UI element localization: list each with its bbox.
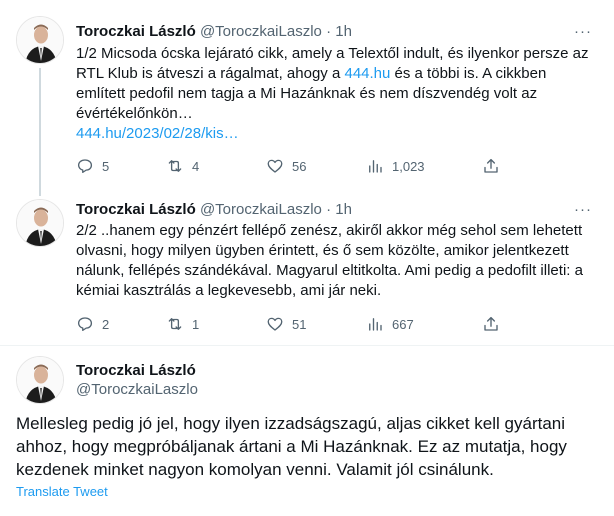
thread-line — [39, 68, 41, 196]
tweet-header: Toroczkai László @ToroczkaiLaszlo · 1h — [76, 200, 352, 220]
article-link[interactable]: 444.hu/2023/02/28/kis… — [76, 125, 239, 142]
timestamp[interactable]: 1h — [335, 201, 352, 218]
avatar[interactable] — [16, 356, 64, 404]
tweet-text: 1/2 Micsoda ócska lejárató cikk, amely a… — [76, 44, 591, 144]
like-button[interactable]: 56 — [266, 157, 306, 175]
avatar[interactable] — [16, 199, 64, 247]
retweet-icon — [168, 318, 182, 330]
mention-link[interactable]: 444.hu — [344, 65, 390, 82]
username-handle[interactable]: @ToroczkaiLaszlo — [200, 23, 322, 40]
display-name[interactable]: Toroczkai László — [76, 23, 196, 40]
like-button[interactable]: 51 — [266, 315, 306, 333]
retweet-icon — [168, 160, 182, 172]
translate-tweet-link[interactable]: Translate Tweet — [16, 484, 108, 500]
tweet-actions: 5 4 56 1,023 — [76, 157, 498, 177]
username-handle[interactable]: @ToroczkaiLaszlo — [76, 380, 198, 400]
tweet-header: Toroczkai László @ToroczkaiLaszlo · 1h — [76, 22, 352, 42]
share-button[interactable] — [482, 157, 500, 175]
retweet-count: 1 — [192, 316, 200, 332]
display-name[interactable]: Toroczkai László — [76, 361, 196, 381]
tweet-text: 2/2 ..hanem egy pénzért fellépő zenész, … — [76, 222, 583, 299]
views-icon — [369, 318, 382, 331]
views-button[interactable]: 1,023 — [366, 157, 425, 175]
retweet-count: 4 — [192, 158, 200, 174]
share-icon — [484, 158, 498, 173]
more-icon[interactable]: ··· — [574, 200, 592, 220]
views-count: 1,023 — [392, 158, 425, 174]
views-button[interactable]: 667 — [366, 315, 414, 333]
reply-count: 2 — [102, 316, 110, 332]
divider — [0, 345, 614, 346]
share-icon — [484, 316, 498, 331]
separator-dot: · — [326, 23, 332, 40]
like-icon — [267, 159, 283, 173]
like-icon — [267, 317, 283, 331]
tweet-actions: 2 1 51 667 — [76, 315, 498, 335]
share-button[interactable] — [482, 315, 500, 333]
display-name[interactable]: Toroczkai László — [76, 201, 196, 218]
like-count: 56 — [292, 158, 307, 174]
reply-button[interactable]: 5 — [76, 157, 109, 175]
avatar[interactable] — [16, 16, 64, 64]
username-handle[interactable]: @ToroczkaiLaszlo — [200, 201, 322, 218]
reply-icon — [77, 317, 93, 332]
views-icon — [369, 160, 382, 173]
timestamp[interactable]: 1h — [335, 23, 352, 40]
reply-button[interactable]: 2 — [76, 315, 109, 333]
tweet-text: Mellesleg pedig jó jel, hogy ilyen izzad… — [16, 414, 567, 479]
reply-icon — [77, 159, 93, 174]
more-icon[interactable]: ··· — [574, 22, 592, 42]
retweet-button[interactable]: 4 — [166, 157, 199, 175]
reply-count: 5 — [102, 158, 110, 174]
views-count: 667 — [392, 316, 414, 332]
separator-dot: · — [326, 201, 332, 218]
retweet-button[interactable]: 1 — [166, 315, 199, 333]
like-count: 51 — [292, 316, 307, 332]
